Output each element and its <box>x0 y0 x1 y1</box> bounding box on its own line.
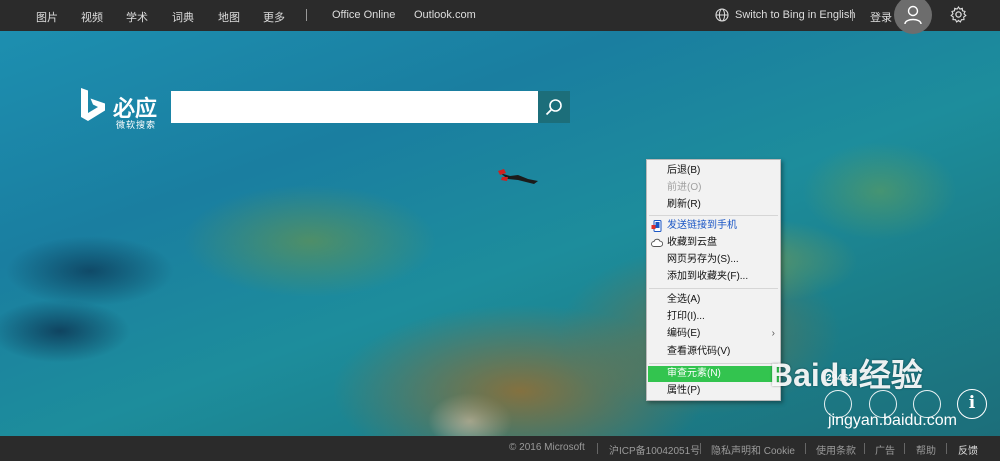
menu-item-label: 发送链接到手机 <box>667 220 737 231</box>
submenu-arrow-icon: › <box>771 328 775 339</box>
menu-separator <box>649 363 778 364</box>
footer-divider <box>805 443 806 454</box>
menu-item-save-page-as[interactable]: 网页另存为(S)... <box>648 252 779 268</box>
nav-videos[interactable]: 视频 <box>81 9 103 25</box>
menu-item-inspect-element[interactable]: 审查元素(N) <box>648 366 779 382</box>
user-avatar-button[interactable] <box>894 0 932 34</box>
menu-item-select-all[interactable]: 全选(A) <box>648 292 779 308</box>
footer-bar: © 2016 Microsoft 沪ICP备10042051号 隐私声明和 Co… <box>0 436 1000 461</box>
footer-terms-link[interactable]: 使用条款 <box>816 442 856 457</box>
menu-separator <box>649 288 778 289</box>
footer-divider <box>864 443 865 454</box>
menu-item-print[interactable]: 打印(I)... <box>648 309 779 325</box>
footer-divider <box>946 443 947 454</box>
nav-more[interactable]: 更多 <box>263 9 285 25</box>
footer-privacy-link[interactable]: 隐私声明和 Cookie <box>711 442 795 457</box>
top-nav-bar: 图片 视频 学术 词典 地图 更多 Office Online Outlook.… <box>0 0 1000 34</box>
search-button[interactable] <box>538 91 570 123</box>
menu-item-label: 编码(E) <box>667 328 701 339</box>
context-menu: 后退(B) 前进(O) 刷新(R) 发送链接到手机 收藏到云盘 网页另存为(S)… <box>646 159 781 401</box>
menu-item-add-to-favorites[interactable]: 添加到收藏夹(F)... <box>648 269 779 285</box>
search-input[interactable] <box>171 91 538 123</box>
search-icon <box>545 99 562 116</box>
menu-item-back[interactable]: 后退(B) <box>648 163 779 179</box>
menu-item-view-source[interactable]: 查看源代码(V) <box>648 344 779 360</box>
switch-language-link[interactable]: Switch to Bing in English <box>735 9 855 21</box>
nav-academic[interactable]: 学术 <box>126 9 148 25</box>
swimmer-image <box>498 169 538 184</box>
info-button[interactable]: i <box>957 389 987 419</box>
menu-item-label: 收藏到云盘 <box>667 237 717 248</box>
gear-icon[interactable] <box>950 6 967 23</box>
menu-item-forward[interactable]: 前进(O) <box>648 180 779 196</box>
menu-item-refresh[interactable]: 刷新(R) <box>648 197 779 213</box>
cloud-icon <box>651 238 663 247</box>
nav-maps[interactable]: 地图 <box>218 9 240 25</box>
watermark-text: Baidu经验 <box>770 357 923 393</box>
nav-divider <box>852 9 853 21</box>
nav-divider <box>306 9 307 21</box>
phone-icon <box>651 220 662 232</box>
footer-help-link[interactable]: 帮助 <box>916 442 936 457</box>
footer-divider <box>700 443 701 454</box>
logo-subtitle: 微软搜索 <box>116 120 157 130</box>
menu-item-save-to-cloud[interactable]: 收藏到云盘 <box>648 235 779 251</box>
footer-feedback-link[interactable]: 反馈 <box>958 442 978 457</box>
watermark-url: jingyan.baidu.com <box>828 412 957 429</box>
bing-b-icon <box>81 88 105 121</box>
footer-copyright: © 2016 Microsoft <box>509 442 585 453</box>
globe-icon[interactable] <box>715 8 729 22</box>
footer-icp-link[interactable]: 沪ICP备10042051号 <box>609 442 700 457</box>
footer-divider <box>597 443 598 454</box>
menu-item-properties[interactable]: 属性(P) <box>648 383 779 399</box>
login-link[interactable]: 登录 <box>870 9 892 25</box>
nav-images[interactable]: 图片 <box>36 9 58 25</box>
nav-dictionary[interactable]: 词典 <box>172 9 194 25</box>
footer-divider <box>904 443 905 454</box>
user-icon <box>904 5 922 25</box>
menu-separator <box>649 215 778 216</box>
menu-item-send-to-phone[interactable]: 发送链接到手机 <box>648 218 779 234</box>
nav-outlook[interactable]: Outlook.com <box>414 9 476 21</box>
nav-office-online[interactable]: Office Online <box>332 9 395 21</box>
menu-item-encoding[interactable]: 编码(E) › <box>648 326 779 342</box>
footer-ads-link[interactable]: 广告 <box>875 442 895 457</box>
